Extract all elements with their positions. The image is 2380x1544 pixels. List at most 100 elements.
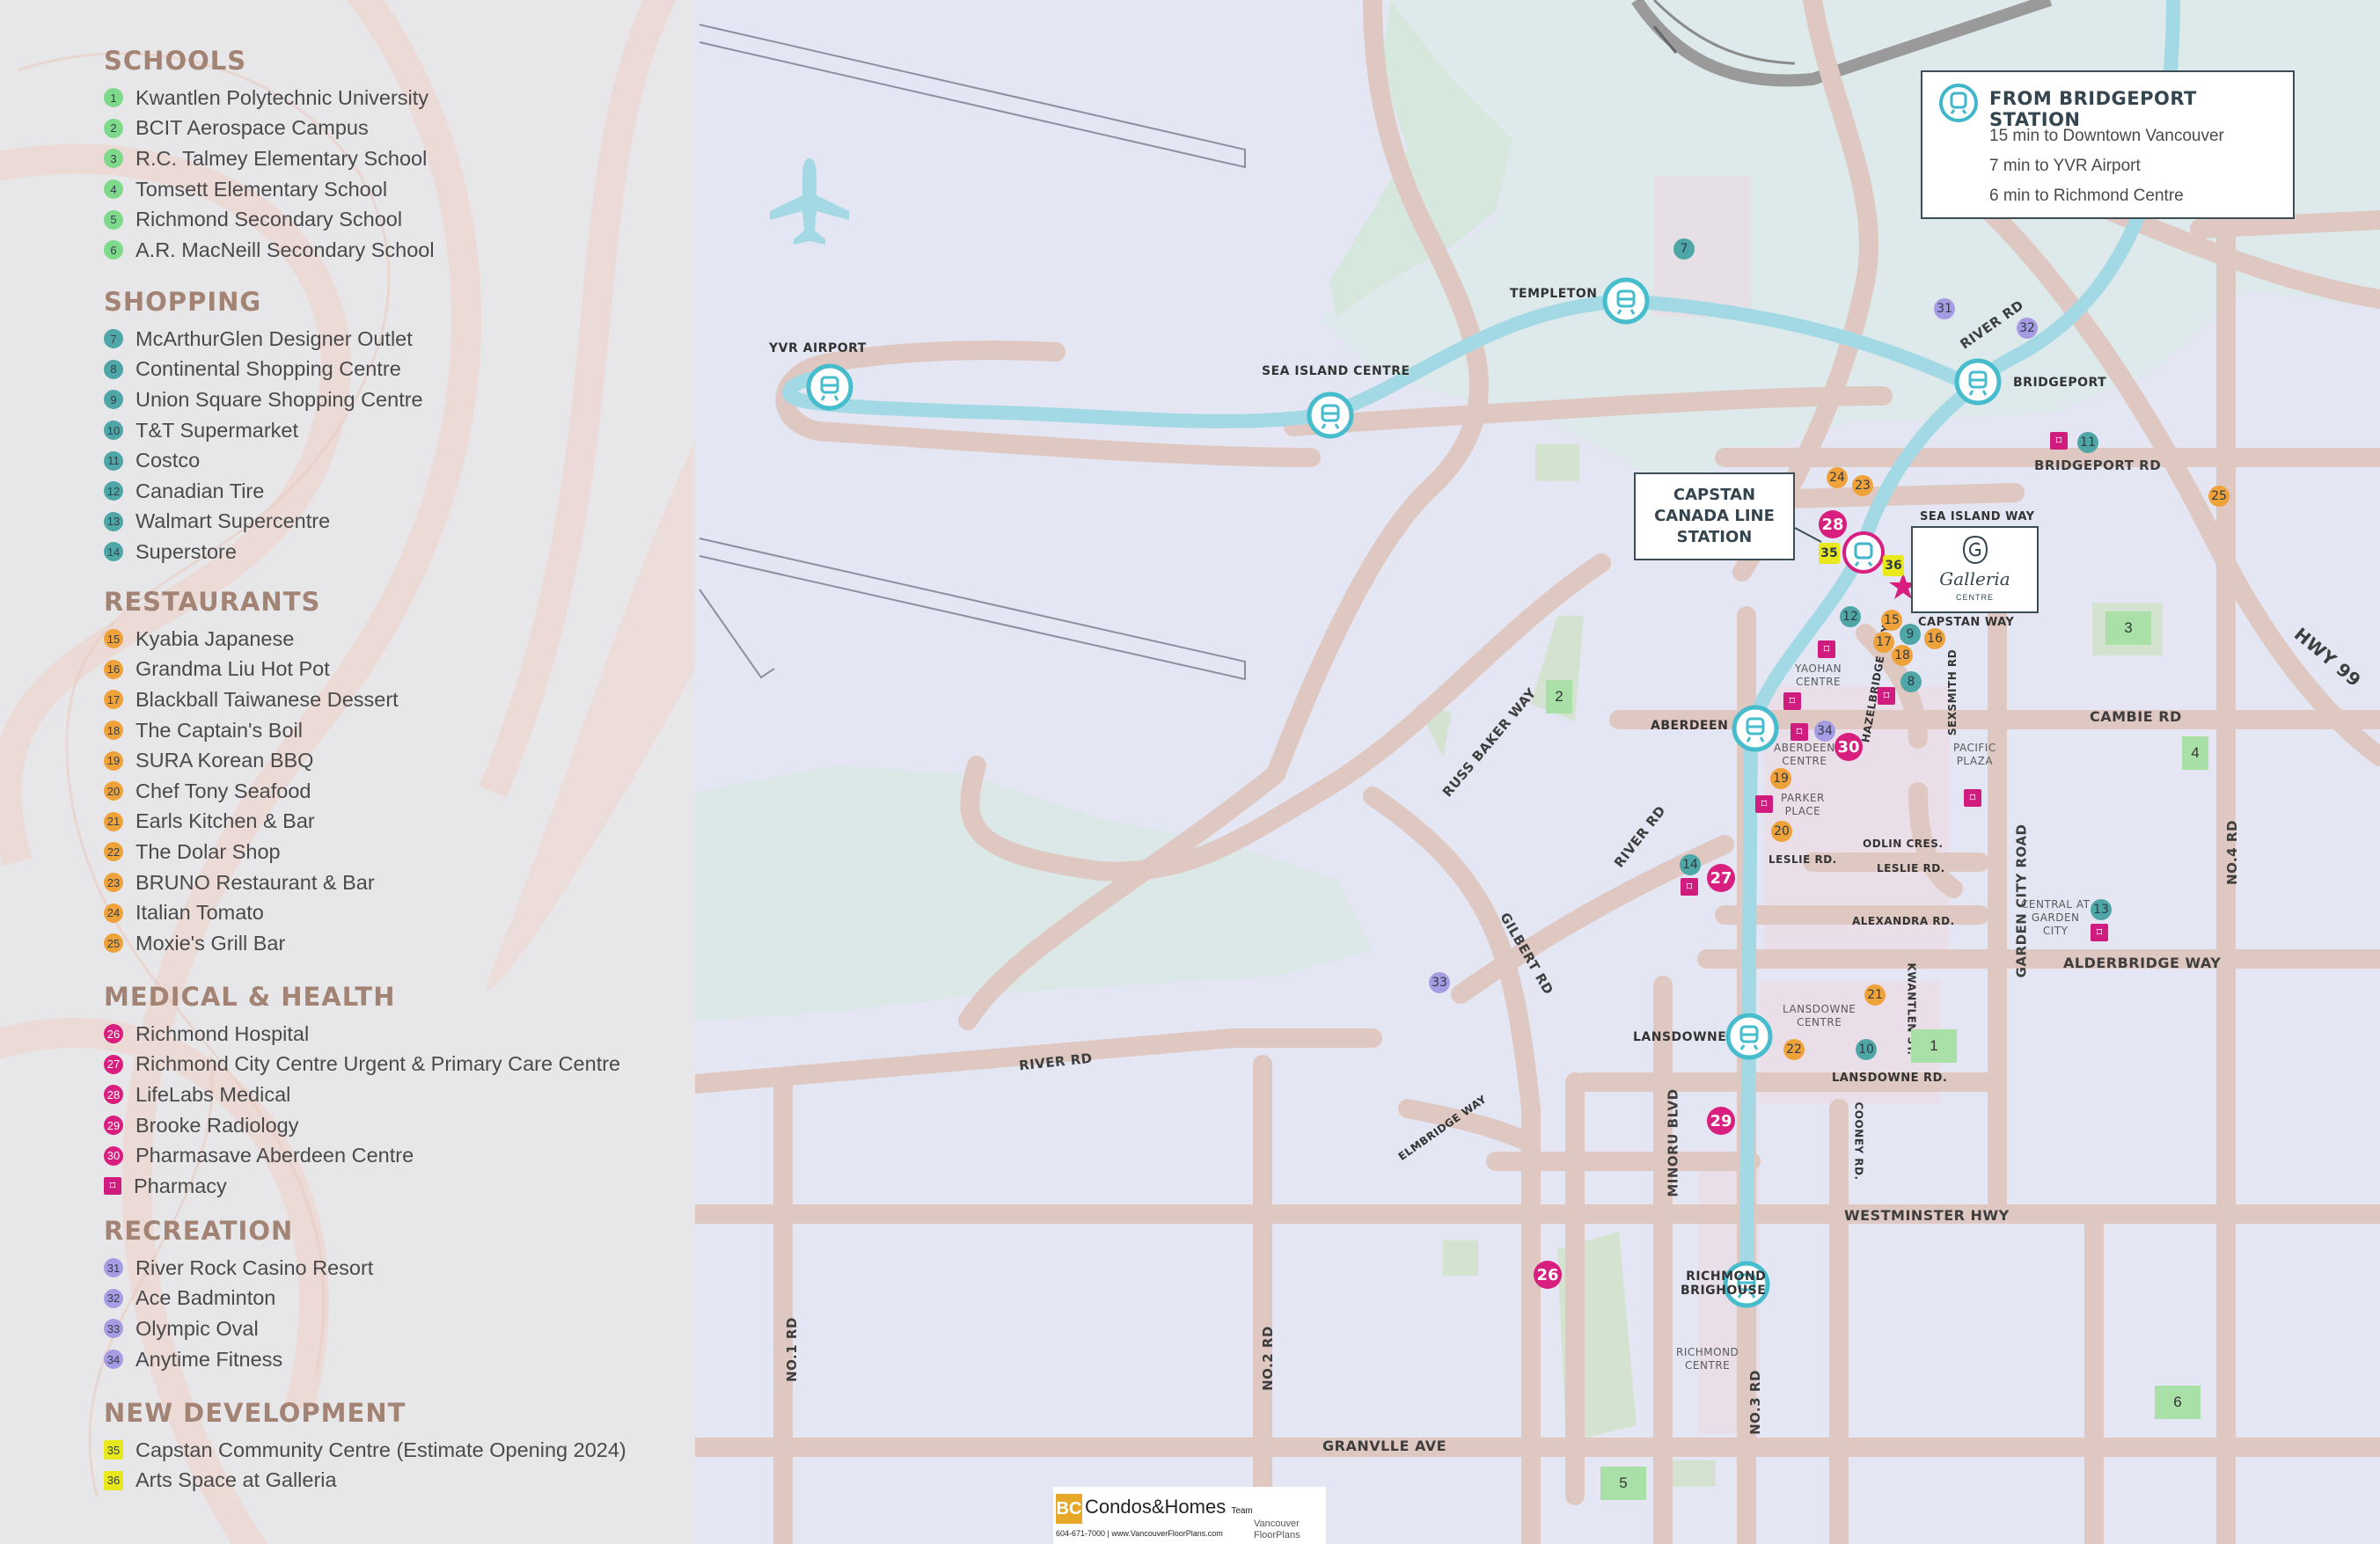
legend-item-label: Kyabia Japanese [135,626,295,650]
road-label: MINORU BLVD [1665,1088,1681,1197]
skytrain-station-icon[interactable] [1602,277,1650,325]
poi-marker[interactable]: 19 [1770,768,1791,789]
poi-marker[interactable]: 34 [1814,721,1835,742]
legend-item: 5 Richmond Secondary School [104,204,435,235]
legend-number-badge: 29 [104,1116,123,1136]
legend-number-badge: 8 [104,359,123,379]
legend-item: 13 Walmart Supercentre [104,507,423,538]
legend-number-badge: 14 [104,542,123,562]
poi-marker[interactable]: 3 [2105,611,2151,645]
pharmacy-icon[interactable]: ⌑ [1755,795,1773,813]
legend-number-badge: 36 [104,1470,123,1490]
poi-marker[interactable]: 18 [1892,645,1913,666]
pharmacy-icon[interactable]: ⌑ [2050,432,2068,450]
legend-item-label: The Captain's Boil [135,718,303,742]
poi-marker[interactable]: 30 [1834,733,1863,761]
poi-marker[interactable]: 23 [1852,475,1873,496]
legend-item-label: Anytime Fitness [135,1347,283,1371]
poi-marker[interactable]: 14 [1680,854,1701,875]
skytrain-station-icon[interactable] [806,363,853,411]
road-label: SEXSMITH RD [1946,648,1959,736]
legend-item: 35 Capstan Community Centre (Estimate Ope… [104,1435,626,1466]
skytrain-station-icon[interactable] [1954,358,2002,406]
info-line: 6 min to Richmond Centre [1989,187,2184,205]
poi-marker[interactable]: 35 [1819,543,1840,564]
legend-section-schools: SCHOOLS 1 Kwantlen Polytechnic University 2… [104,46,435,266]
legend-item: 4 Tomsett Elementary School [104,174,435,205]
legend-number-badge: 22 [104,842,123,862]
poi-marker[interactable]: 36 [1883,555,1904,576]
poi-marker[interactable]: 7 [1673,238,1695,260]
station-label-yvr: YVR AIRPORT [769,341,867,355]
legend-item-label: Pharmacy [134,1174,227,1197]
poi-marker[interactable]: 6 [2155,1386,2201,1419]
legend-section-restaurants: RESTAURANTS 15 Kyabia Japanese 16 Grandma Li… [104,587,399,959]
legend-number-badge: 24 [104,903,123,923]
legend-item-label: BCIT Aerospace Campus [135,116,369,140]
road-label: CAPSTAN WAY [1918,616,2015,629]
poi-marker[interactable]: 11 [2077,432,2098,453]
poi-marker[interactable]: 17 [1873,632,1894,653]
poi-marker[interactable]: 15 [1881,610,1902,631]
poi-marker[interactable]: 13 [2091,899,2112,920]
poi-marker[interactable]: 26 [1534,1261,1562,1289]
poi-marker[interactable]: 24 [1827,467,1848,488]
pharmacy-icon[interactable]: ⌑ [1818,640,1835,658]
pharmacy-icon[interactable]: ⌑ [1783,692,1801,710]
poi-marker[interactable]: 27 [1707,864,1735,892]
pharmacy-icon[interactable]: ⌑ [1878,687,1895,705]
legend-item: 15 Kyabia Japanese [104,624,399,655]
poi-marker[interactable]: 8 [1900,671,1922,692]
legend-item-label: R.C. Talmey Elementary School [135,146,428,170]
station-label-brighouse: RICHMOND BRIGHOUSE [1681,1270,1767,1298]
legend-number-badge: 12 [104,481,123,501]
pharmacy-icon[interactable]: ⌑ [1790,723,1808,741]
legend-item-label: LifeLabs Medical [135,1082,291,1106]
poi-marker[interactable]: 12 [1840,606,1861,627]
legend-number-badge: 4 [104,179,123,200]
legend-number-badge: 27 [104,1054,123,1074]
poi-marker[interactable]: 33 [1429,972,1450,993]
pharmacy-icon[interactable]: ⌑ [1964,789,1981,807]
road-label: COONEY RD. [1852,1101,1865,1181]
legend-item-label: Arts Space at Galleria [135,1468,337,1492]
poi-marker[interactable]: 32 [2017,318,2038,339]
legend-item: 9 Union Square Shopping Centre [104,384,423,415]
station-label-bridgeport: BRIDGEPORT [2013,376,2107,390]
legend-number-badge: 26 [104,1024,123,1044]
legend-item-label: Earls Kitchen & Bar [135,809,315,833]
road-label: ALDERBRIDGE WAY [2063,955,2222,971]
vfp-logo-text: Vancouver FloorPlans [1254,1518,1300,1540]
poi-marker[interactable]: 29 [1707,1107,1735,1135]
place-label-richmond-centre: RICHMOND CENTRE [1676,1346,1739,1372]
poi-marker[interactable]: 2 [1546,680,1572,713]
legend-item-label: Richmond Hospital [135,1021,310,1045]
legend-item-label: Blackball Taiwanese Dessert [135,687,399,711]
poi-marker[interactable]: 1 [1911,1029,1957,1063]
poi-marker[interactable]: 4 [2182,736,2208,770]
poi-marker[interactable]: 28 [1819,510,1847,538]
legend-item: 16 Grandma Liu Hot Pot [104,655,399,685]
poi-marker[interactable]: 9 [1900,624,1921,645]
skytrain-station-icon[interactable] [1732,705,1779,752]
legend-number-badge: 25 [104,933,123,954]
skytrain-station-icon[interactable] [1725,1013,1773,1060]
footer-logo: BC Condos&Homes Team 604-671-7000 | www.… [1053,1487,1326,1544]
pharmacy-icon[interactable]: ⌑ [2091,924,2108,941]
poi-marker[interactable]: 20 [1771,821,1792,842]
poi-marker[interactable]: 10 [1856,1039,1877,1060]
skytrain-station-icon[interactable] [1307,391,1354,439]
poi-marker[interactable]: 31 [1934,298,1955,319]
poi-marker[interactable]: 16 [1924,628,1945,649]
capstan-station-icon[interactable] [1842,531,1885,574]
poi-marker[interactable]: 25 [2208,486,2230,507]
road-label: ALEXANDRA RD. [1852,915,1955,927]
pharmacy-icon: ⌑ [104,1177,121,1196]
legend-item: 8 Continental Shopping Centre [104,355,423,385]
poi-marker[interactable]: 21 [1864,984,1886,1006]
pharmacy-icon[interactable]: ⌑ [1681,878,1698,896]
place-label-aberdeen-centre: ABERDEEN CENTRE [1774,742,1835,767]
poi-marker[interactable]: 5 [1600,1467,1646,1500]
legend-number-badge: 23 [104,873,123,893]
poi-marker[interactable]: 22 [1783,1039,1805,1060]
